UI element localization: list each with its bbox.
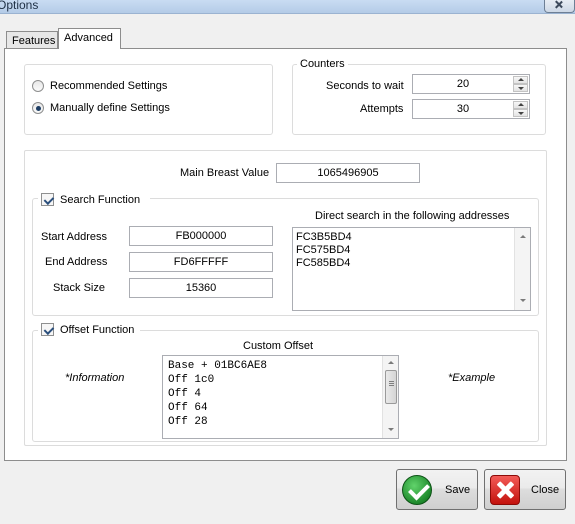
close-x-icon xyxy=(490,475,520,505)
seconds-to-wait-stepper[interactable]: 20 xyxy=(412,74,530,94)
attempts-spin-buttons xyxy=(513,101,528,117)
counters-legend: Counters xyxy=(297,58,348,70)
scroll-down-icon[interactable] xyxy=(388,428,394,431)
end-address-label: End Address xyxy=(45,256,108,268)
start-address-field[interactable]: FB000000 xyxy=(129,226,273,246)
scroll-down-icon[interactable] xyxy=(520,299,526,302)
save-check-icon xyxy=(402,475,432,505)
scroll-up-icon[interactable] xyxy=(388,361,394,364)
attempts-stepper[interactable]: 30 xyxy=(412,99,530,119)
address-item[interactable]: FC585BD4 xyxy=(296,257,350,269)
address-list-scrollbar[interactable] xyxy=(514,228,530,310)
end-address-field[interactable]: FD6FFFFF xyxy=(129,252,273,272)
attempts-label: Attempts xyxy=(360,103,404,115)
example-label: *Example xyxy=(448,372,496,384)
save-button[interactable]: Save xyxy=(396,469,478,510)
information-label: *Information xyxy=(65,372,125,384)
stack-size-label: Stack Size xyxy=(53,282,105,294)
main-value-label: Main Breast Value xyxy=(180,167,270,179)
offset-line: Off 28 xyxy=(168,416,208,428)
offset-line: Off 4 xyxy=(168,388,202,400)
seconds-to-wait-spin-buttons xyxy=(513,76,528,92)
seconds-to-wait-value: 20 xyxy=(456,78,470,90)
window-title: Options xyxy=(0,0,39,12)
offset-line: Off 64 xyxy=(168,402,208,414)
search-function-label: Search Function xyxy=(60,194,141,206)
settings-mode-group xyxy=(24,64,273,135)
offset-function-checkbox[interactable] xyxy=(41,323,54,336)
radio-manual-settings[interactable] xyxy=(32,102,44,114)
custom-offset-label: Custom Offset xyxy=(243,340,314,352)
offset-function-label: Offset Function xyxy=(60,324,135,336)
custom-offset-scrollbar[interactable] xyxy=(382,356,398,438)
window-close-icon[interactable] xyxy=(544,0,575,13)
seconds-to-wait-label: Seconds to wait xyxy=(326,80,404,92)
spin-up-icon[interactable] xyxy=(513,76,528,84)
title-bar: Options xyxy=(0,0,575,14)
save-button-label: Save xyxy=(445,484,471,496)
offset-line: Base + 01BC6AE8 xyxy=(168,360,268,372)
close-button[interactable]: Close xyxy=(484,469,566,510)
offset-line: Off 1c0 xyxy=(168,374,215,386)
direct-search-address-list[interactable]: FC3B5BD4 FC575BD4 FC585BD4 xyxy=(292,227,531,311)
stack-size-field[interactable]: 15360 xyxy=(129,278,273,298)
spin-down-icon[interactable] xyxy=(513,109,528,117)
main-value-field[interactable]: 1065496905 xyxy=(276,163,420,183)
radio-label-manual: Manually define Settings xyxy=(50,102,170,114)
scroll-up-icon[interactable] xyxy=(520,235,526,238)
close-button-label: Close xyxy=(531,484,560,496)
address-item[interactable]: FC575BD4 xyxy=(296,244,350,256)
custom-offset-textarea[interactable]: Base + 01BC6AE8 Off 1c0 Off 4 Off 64 Off… xyxy=(162,355,399,439)
scroll-thumb[interactable] xyxy=(385,370,397,404)
spin-down-icon[interactable] xyxy=(513,84,528,92)
radio-recommended-settings[interactable] xyxy=(32,80,44,92)
search-function-checkbox[interactable] xyxy=(41,193,54,206)
spin-up-icon[interactable] xyxy=(513,101,528,109)
radio-label-recommended: Recommended Settings xyxy=(50,80,168,92)
address-item[interactable]: FC3B5BD4 xyxy=(296,231,352,243)
attempts-value: 30 xyxy=(456,103,470,115)
tab-advanced[interactable]: Advanced xyxy=(58,28,121,49)
start-address-label: Start Address xyxy=(41,231,108,243)
direct-search-label: Direct search in the following addresses xyxy=(315,210,510,222)
